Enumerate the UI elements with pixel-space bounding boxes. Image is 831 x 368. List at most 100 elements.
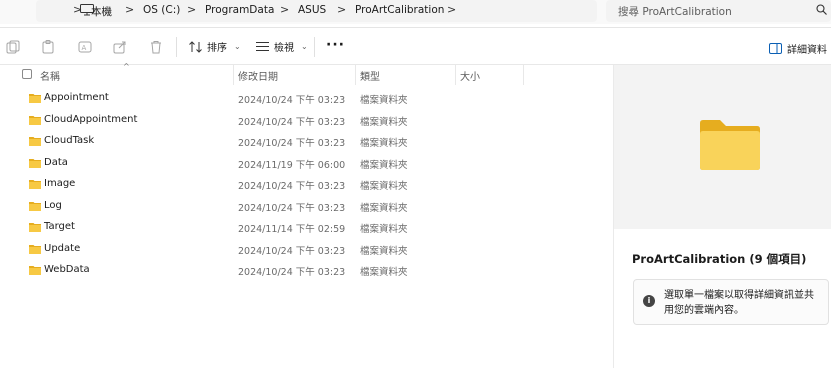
rename-icon[interactable]: A — [78, 40, 92, 54]
chevron-down-icon: ⌄ — [234, 42, 241, 51]
info-icon: i — [643, 295, 655, 307]
breadcrumb[interactable]: > 本機 > OS (C:) > ProgramData > ASUS > Pr… — [36, 0, 597, 22]
table-row[interactable]: CloudTask 2024/10/24 下午 03:23 檔案資料夾 — [0, 131, 612, 152]
breadcrumb-item-programdata[interactable]: ProgramData — [205, 4, 274, 16]
file-name[interactable]: Image — [44, 178, 75, 189]
info-text: 選取單一檔案以取得詳細資訊並共用您的雲端內容。 — [664, 290, 814, 316]
column-header-row: ^ 名稱 修改日期 類型 大小 — [0, 62, 612, 85]
chevron-down-icon: ⌄ — [301, 42, 308, 51]
folder-icon — [29, 180, 41, 189]
folder-icon — [29, 244, 41, 254]
file-type: 檔案資料夾 — [360, 202, 408, 214]
folder-icon — [29, 266, 41, 275]
file-name[interactable]: Update — [44, 243, 80, 254]
file-name[interactable]: Target — [44, 221, 75, 232]
file-type: 檔案資料夾 — [360, 224, 408, 235]
folder-icon — [29, 223, 41, 232]
table-row[interactable]: CloudAppointment 2024/10/24 下午 03:23 檔案資… — [0, 110, 612, 131]
folder-icon — [29, 158, 41, 168]
file-type: 檔案資料夾 — [360, 116, 408, 128]
details-title: ProArtCalibration (9 個項目) — [632, 252, 807, 266]
svg-text:A: A — [82, 44, 87, 52]
file-date: 2024/11/14 下午 02:59 — [238, 224, 346, 235]
sort-ascending-icon: ^ — [123, 62, 130, 71]
file-date: 2024/10/24 下午 03:23 — [238, 116, 346, 128]
file-date: 2024/10/24 下午 03:23 — [238, 181, 346, 192]
breadcrumb-item-this-pc[interactable]: 本機 — [91, 4, 112, 19]
info-card: i 選取單一檔案以取得詳細資訊並共用您的雲端內容。 — [633, 279, 829, 325]
file-date: 2024/11/19 下午 06:00 — [238, 159, 346, 171]
file-type: 檔案資料夾 — [360, 245, 408, 257]
view-button[interactable]: 檢視 ⌄ — [256, 39, 308, 54]
preview-area — [614, 65, 831, 229]
table-row[interactable]: Image 2024/10/24 下午 03:23 檔案資料夾 — [0, 174, 612, 195]
breadcrumb-separator[interactable]: > — [125, 3, 134, 16]
file-date: 2024/10/24 下午 03:23 — [238, 267, 346, 278]
table-row[interactable]: Log 2024/10/24 下午 03:23 檔案資料夾 — [0, 196, 612, 217]
file-type: 檔案資料夾 — [360, 159, 408, 171]
column-header-name[interactable]: 名稱 — [40, 68, 60, 83]
details-pane-icon — [769, 43, 782, 54]
breadcrumb-separator[interactable]: > — [447, 3, 456, 16]
search-placeholder: 搜尋 ProArtCalibration — [618, 6, 732, 18]
file-type: 檔案資料夾 — [360, 181, 408, 192]
column-divider[interactable] — [233, 65, 234, 85]
folder-icon — [29, 137, 41, 146]
file-type: 檔案資料夾 — [360, 95, 408, 106]
delete-icon[interactable] — [149, 40, 163, 54]
file-date: 2024/10/24 下午 03:23 — [238, 138, 346, 149]
folder-icon — [29, 115, 41, 125]
table-row[interactable]: Update 2024/10/24 下午 03:23 檔案資料夾 — [0, 239, 612, 260]
breadcrumb-separator[interactable]: > — [187, 3, 196, 16]
sort-label: 排序 — [207, 43, 227, 54]
table-row[interactable]: Target 2024/11/14 下午 02:59 檔案資料夾 — [0, 217, 612, 238]
select-all-checkbox[interactable] — [22, 69, 32, 79]
share-icon[interactable] — [113, 40, 127, 54]
file-name[interactable]: CloudAppointment — [44, 114, 137, 125]
breadcrumb-item-os-c[interactable]: OS (C:) — [143, 4, 180, 16]
column-divider[interactable] — [455, 65, 456, 85]
column-header-type[interactable]: 類型 — [360, 68, 380, 83]
file-date: 2024/10/24 下午 03:23 — [238, 202, 346, 214]
view-label: 檢視 — [274, 43, 294, 54]
address-bar: > 本機 > OS (C:) > ProgramData > ASUS > Pr… — [0, 0, 831, 24]
file-type: 檔案資料夾 — [360, 138, 408, 149]
toolbar-divider — [176, 37, 177, 57]
folder-icon — [29, 201, 41, 211]
breadcrumb-separator[interactable]: > — [337, 3, 346, 16]
table-row[interactable]: Data 2024/11/19 下午 06:00 檔案資料夾 — [0, 153, 612, 174]
breadcrumb-item-proartcalibration[interactable]: ProArtCalibration — [355, 4, 444, 16]
search-icon[interactable] — [816, 4, 827, 15]
table-row[interactable]: Appointment 2024/10/24 下午 03:23 檔案資料夾 — [0, 88, 612, 109]
file-type: 檔案資料夾 — [360, 267, 408, 278]
file-name[interactable]: Log — [44, 200, 62, 211]
view-icon — [256, 41, 269, 52]
column-header-date[interactable]: 修改日期 — [238, 68, 278, 83]
breadcrumb-separator[interactable]: > — [280, 3, 289, 16]
breadcrumb-separator[interactable]: > — [73, 3, 82, 16]
file-list: ^ 名稱 修改日期 類型 大小 Appointment 2024/10/24 下… — [0, 62, 612, 368]
column-divider[interactable] — [523, 65, 524, 85]
file-name[interactable]: CloudTask — [44, 135, 94, 146]
details-pane-label: 詳細資料 — [787, 45, 827, 56]
details-pane: ProArtCalibration (9 個項目) i 選取單一檔案以取得詳細資… — [613, 65, 831, 368]
file-name[interactable]: WebData — [44, 264, 90, 275]
folder-icon — [29, 94, 41, 103]
more-options-button[interactable]: ··· — [326, 37, 345, 53]
column-header-size[interactable]: 大小 — [460, 68, 480, 83]
details-pane-button[interactable]: 詳細資料 — [769, 41, 827, 56]
search-input[interactable]: 搜尋 ProArtCalibration — [606, 0, 831, 22]
file-name[interactable]: Data — [44, 157, 68, 168]
file-name[interactable]: Appointment — [44, 92, 109, 103]
column-divider[interactable] — [355, 65, 356, 85]
file-date: 2024/10/24 下午 03:23 — [238, 95, 346, 106]
table-row[interactable]: WebData 2024/10/24 下午 03:23 檔案資料夾 — [0, 260, 612, 281]
folder-icon — [700, 120, 760, 170]
sort-icon — [189, 40, 202, 53]
command-bar: A 排序 ⌄ 檢視 ⌄ ··· 詳細資料 — [0, 27, 831, 65]
copy-icon[interactable] — [41, 40, 55, 54]
sort-button[interactable]: 排序 ⌄ — [189, 39, 241, 54]
toolbar-divider — [314, 37, 315, 57]
cut-icon[interactable] — [6, 40, 20, 54]
breadcrumb-item-asus[interactable]: ASUS — [298, 4, 326, 16]
